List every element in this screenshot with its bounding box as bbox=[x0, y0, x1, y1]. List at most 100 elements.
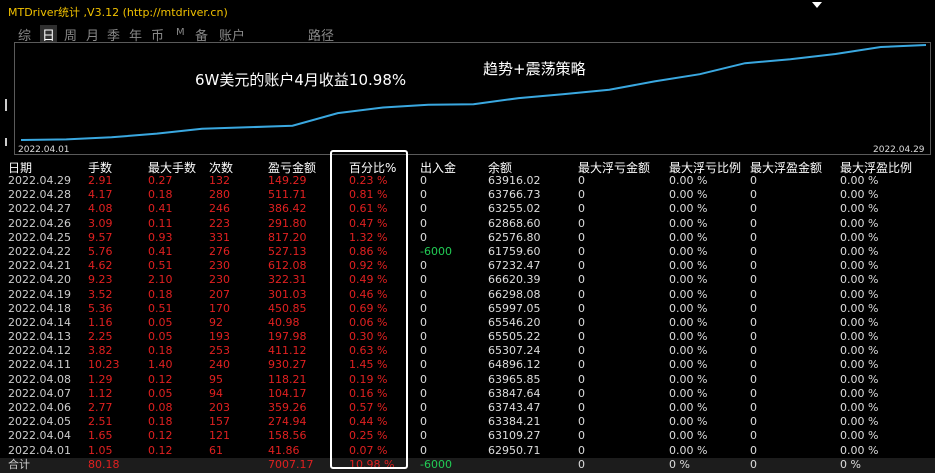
cell-percent: 0.07 % bbox=[349, 443, 388, 457]
cell-pnl: 149.29 bbox=[268, 174, 307, 187]
cell-percent: 0.23 % bbox=[349, 174, 388, 187]
table-row[interactable]: 2022.04.18 5.36 0.51 170 450.85 0.69 % 0 65997.… bbox=[0, 302, 935, 316]
tab-m[interactable]: M bbox=[176, 27, 185, 38]
table-row[interactable]: 2022.04.20 9.23 2.10 230 322.31 0.49 % 0 66620.… bbox=[0, 273, 935, 287]
cell-pnl: 291.80 bbox=[268, 216, 307, 230]
cell-lots: 1.12 bbox=[88, 386, 113, 400]
cell-max-float-profit: 0 bbox=[750, 401, 757, 414]
cell-count: 157 bbox=[209, 415, 230, 429]
cell-date: 2022.04.14 bbox=[8, 315, 71, 329]
cell-max-float-profit-pct: 0.00 % bbox=[840, 174, 879, 187]
cell-deposit: 0 bbox=[420, 401, 427, 414]
cell-max-float-profit-pct: 0.00 % bbox=[840, 244, 879, 258]
cell-max-lots: 0.12 bbox=[148, 372, 173, 386]
cell-max-float-loss: 0 bbox=[578, 188, 585, 202]
table-row[interactable]: 2022.04.22 5.76 0.41 276 527.13 0.86 % -6000 61… bbox=[0, 245, 935, 259]
cell-balance: 66620.39 bbox=[488, 273, 541, 287]
cell-balance: 65307.24 bbox=[488, 344, 541, 358]
cell-date: 2022.04.25 bbox=[8, 230, 71, 244]
cell-date: 2022.04.29 bbox=[8, 174, 71, 187]
cell-balance: 63743.47 bbox=[488, 401, 541, 414]
table-row[interactable]: 2022.04.11 10.23 1.40 240 930.27 1.45 % 0 64896… bbox=[0, 358, 935, 372]
cell-max-float-profit-pct: 0.00 % bbox=[840, 330, 879, 344]
cell-balance: 62576.80 bbox=[488, 230, 541, 244]
cell-percent: 1.32 % bbox=[349, 230, 388, 244]
table-row[interactable]: 2022.04.19 3.52 0.18 207 301.03 0.46 % 0 66298.… bbox=[0, 288, 935, 302]
cell-max-float-loss-pct: 0.00 % bbox=[669, 174, 708, 187]
cell-pnl: 612.08 bbox=[268, 259, 307, 273]
cell-count: 240 bbox=[209, 358, 230, 372]
cell-max-float-loss-pct: 0.00 % bbox=[669, 401, 708, 414]
table-row[interactable]: 2022.04.04 1.65 0.12 121 158.56 0.25 % 0 63109.… bbox=[0, 429, 935, 443]
table-row[interactable]: 2022.04.07 1.12 0.05 94 104.17 0.16 % 0 63847.6… bbox=[0, 387, 935, 401]
table-row[interactable]: 2022.04.12 3.82 0.18 253 411.12 0.63 % 0 65307.… bbox=[0, 344, 935, 358]
cell-max-float-loss-pct: 0.00 % bbox=[669, 358, 708, 372]
cell-count: 280 bbox=[209, 188, 230, 202]
table-row[interactable]: 2022.04.26 3.09 0.11 223 291.80 0.47 % 0 62868.… bbox=[0, 217, 935, 231]
cell-max-float-profit: 0 bbox=[750, 174, 757, 187]
cell-pnl: 511.71 bbox=[268, 188, 307, 202]
cell-count: 276 bbox=[209, 244, 230, 258]
cell-max-float-profit-pct: 0.00 % bbox=[840, 372, 879, 386]
cell-deposit: 0 bbox=[420, 315, 427, 329]
cell-max-float-loss: 0 bbox=[578, 216, 585, 230]
table-row[interactable]: 2022.04.28 4.17 0.18 280 511.71 0.81 % 0 63766.… bbox=[0, 188, 935, 202]
cell-pnl: 450.85 bbox=[268, 301, 307, 315]
cell-max-float-loss: 0 bbox=[578, 358, 585, 372]
cell-max-float-loss-pct: 0.00 % bbox=[669, 415, 708, 429]
cell-balance: 63847.64 bbox=[488, 386, 541, 400]
cell-count: 246 bbox=[209, 202, 230, 216]
cell-lots: 3.82 bbox=[88, 344, 113, 358]
scroll-marker bbox=[5, 99, 7, 111]
cell-max-lots: 0.41 bbox=[148, 202, 173, 216]
cell-count: 132 bbox=[209, 174, 230, 187]
table-row[interactable]: 2022.04.29 2.91 0.27 132 149.29 0.23 % 0 63916.… bbox=[0, 174, 935, 188]
window-title: MTDriver统计 ,V3.12 (http://mtdriver.cn) bbox=[8, 6, 228, 19]
cell-date: 2022.04.20 bbox=[8, 273, 71, 287]
cell-max-float-profit: 0 bbox=[750, 315, 757, 329]
total-lots: 80.18 bbox=[88, 457, 120, 471]
cell-max-float-profit-pct: 0.00 % bbox=[840, 401, 879, 414]
table-row[interactable]: 2022.04.08 1.29 0.12 95 118.21 0.19 % 0 63965.8… bbox=[0, 373, 935, 387]
cell-max-float-loss: 0 bbox=[578, 330, 585, 344]
cell-date: 2022.04.05 bbox=[8, 415, 71, 429]
cell-percent: 1.45 % bbox=[349, 358, 388, 372]
table-row[interactable]: 2022.04.25 9.57 0.93 331 817.20 1.32 % 0 62576.… bbox=[0, 231, 935, 245]
dropdown-caret-icon[interactable] bbox=[812, 2, 822, 8]
cell-lots: 9.57 bbox=[88, 230, 113, 244]
chart-annotation-strategy: 趋势+震荡策略 bbox=[483, 60, 586, 78]
cell-max-float-loss-pct: 0.00 % bbox=[669, 273, 708, 287]
total-deposit: -6000 bbox=[420, 457, 452, 471]
cell-max-float-loss-pct: 0.00 % bbox=[669, 330, 708, 344]
table-row[interactable]: 2022.04.21 4.62 0.51 230 612.08 0.92 % 0 67232.… bbox=[0, 259, 935, 273]
cell-percent: 0.81 % bbox=[349, 188, 388, 202]
cell-lots: 5.36 bbox=[88, 301, 113, 315]
cell-count: 92 bbox=[209, 315, 223, 329]
cell-deposit: 0 bbox=[420, 330, 427, 344]
cell-max-float-loss-pct: 0.00 % bbox=[669, 230, 708, 244]
cell-percent: 0.25 % bbox=[349, 429, 388, 443]
cell-deposit: 0 bbox=[420, 415, 427, 429]
table-row[interactable]: 2022.04.13 2.25 0.05 193 197.98 0.30 % 0 65505.… bbox=[0, 330, 935, 344]
table-row[interactable]: 2022.04.14 1.16 0.05 92 40.98 0.06 % 0 65546.20… bbox=[0, 316, 935, 330]
cell-percent: 0.63 % bbox=[349, 344, 388, 358]
table-body: 2022.04.29 2.91 0.27 132 149.29 0.23 % 0 63916.… bbox=[0, 174, 935, 458]
cell-deposit: 0 bbox=[420, 429, 427, 443]
cell-balance: 63965.85 bbox=[488, 372, 541, 386]
cell-max-float-profit-pct: 0.00 % bbox=[840, 443, 879, 457]
cell-deposit: 0 bbox=[420, 202, 427, 216]
table-row[interactable]: 2022.04.27 4.08 0.41 246 386.42 0.61 % 0 63255.… bbox=[0, 202, 935, 216]
cell-max-float-profit: 0 bbox=[750, 259, 757, 273]
cell-pnl: 118.21 bbox=[268, 372, 307, 386]
cell-deposit: -6000 bbox=[420, 244, 452, 258]
table-row[interactable]: 2022.04.05 2.51 0.18 157 274.94 0.44 % 0 63384.… bbox=[0, 415, 935, 429]
table-row[interactable]: 2022.04.01 1.05 0.12 61 41.86 0.07 % 0 62950.71… bbox=[0, 444, 935, 458]
cell-lots: 1.29 bbox=[88, 372, 113, 386]
cell-deposit: 0 bbox=[420, 301, 427, 315]
cell-max-float-loss-pct: 0.00 % bbox=[669, 443, 708, 457]
cell-deposit: 0 bbox=[420, 372, 427, 386]
table-row[interactable]: 2022.04.06 2.77 0.08 203 359.26 0.57 % 0 63743.… bbox=[0, 401, 935, 415]
cell-date: 2022.04.13 bbox=[8, 330, 71, 344]
cell-lots: 4.62 bbox=[88, 259, 113, 273]
cell-max-float-profit: 0 bbox=[750, 230, 757, 244]
